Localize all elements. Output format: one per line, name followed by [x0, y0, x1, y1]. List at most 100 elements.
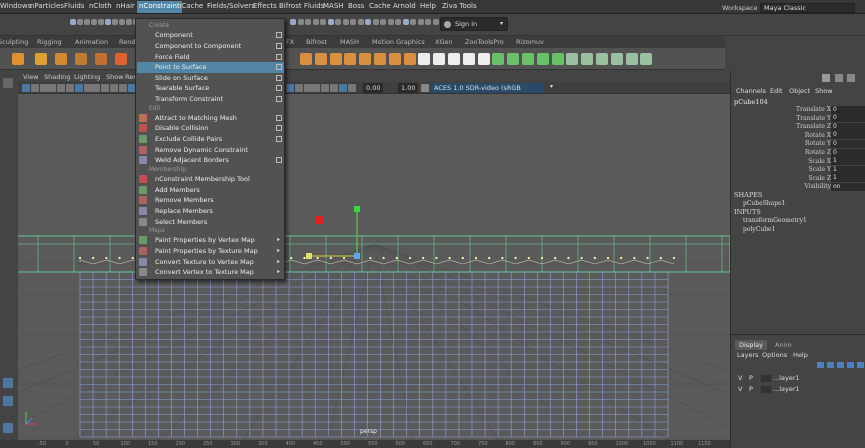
channel-menu-object[interactable]: Object [789, 87, 810, 95]
shelf-tab-rend[interactable]: Rend [119, 38, 135, 46]
shape-name[interactable]: pCubeShape1 [743, 200, 785, 207]
menu-item-point-to-surface[interactable]: Point to Surface [137, 62, 284, 73]
menu-item-slide-on-surface[interactable]: Slide on Surface [137, 73, 284, 84]
menu-ziva-tools[interactable]: Ziva Tools [442, 2, 477, 10]
channel-name[interactable]: Rotate Z [731, 149, 831, 156]
channel-menu-channels[interactable]: Channels [736, 87, 766, 95]
menu-item-weld-adjacent-borders[interactable]: Weld Adjacent Borders [137, 155, 284, 166]
shelf-tool-icon[interactable] [610, 53, 623, 65]
layer-name[interactable]: ...layer1 [773, 374, 800, 382]
menu-mash[interactable]: MASH [323, 2, 344, 10]
shelf-tab-fx[interactable]: FX [286, 38, 294, 46]
shelf-tool-icon[interactable] [374, 53, 386, 65]
menu-cache[interactable]: Cache [369, 2, 391, 10]
viewport-tool-icon[interactable] [57, 84, 66, 92]
shelf-tool-icon[interactable] [640, 53, 653, 65]
time-slider[interactable]: -50 0 50 100 150 200 250 300 350 400 450 500 550 600 6… [0, 440, 730, 448]
status-tool-icon[interactable] [91, 19, 97, 25]
shelf-tool-icon[interactable] [329, 53, 342, 65]
viewport-tool-icon[interactable] [330, 84, 338, 92]
tab-anim[interactable]: Anim [771, 340, 796, 350]
move-icon[interactable] [822, 74, 830, 82]
option-box-icon[interactable] [276, 53, 282, 60]
status-tool-icon[interactable] [425, 19, 431, 25]
shelf-tool-icon[interactable] [596, 53, 608, 65]
channel-menu-show[interactable]: Show [815, 87, 833, 95]
menu-item-convert-vertex-to-texture-map[interactable]: Convert Vertex to Texture Map ▸ [137, 267, 284, 278]
channel-value-field[interactable]: 0 [831, 131, 865, 140]
menu-item-paint-properties-by-vertex-map[interactable]: Paint Properties by Vertex Map ▸ [137, 235, 284, 246]
shelf-tab-rizomuv[interactable]: Rizomuv [516, 38, 544, 46]
channel-value-field[interactable]: 1 [831, 174, 865, 183]
channel-value-field[interactable]: 0 [831, 122, 865, 131]
channel-name[interactable]: Scale Y [731, 166, 831, 173]
status-tool-icon[interactable] [402, 19, 409, 25]
tool-button[interactable] [3, 378, 13, 388]
tool-button[interactable] [3, 423, 13, 433]
menu-windows[interactable]: Windows [0, 2, 31, 10]
shelf-tool-icon[interactable] [418, 53, 431, 65]
shelf-tool-icon[interactable] [433, 53, 446, 65]
chevron-down-icon[interactable]: ▾ [550, 83, 553, 90]
viewport-tool-icon[interactable] [303, 84, 312, 92]
camera-icon[interactable] [421, 84, 429, 92]
status-tool-icon[interactable] [350, 19, 356, 25]
status-tool-icon[interactable] [297, 19, 304, 25]
channel-name[interactable]: Translate Z [731, 123, 831, 130]
menu-nparticles[interactable]: nParticles [30, 2, 64, 10]
tool-button[interactable] [3, 78, 13, 88]
shelf-tool-icon[interactable] [300, 53, 312, 65]
viewport-tool-icon[interactable] [321, 84, 330, 92]
shelf-tab-zootoolspro[interactable]: ZooToolsPro [465, 38, 504, 46]
viewport-tool-icon[interactable] [294, 84, 303, 92]
menu-item-nconstraint-membership-tool[interactable]: nConstraint Membership Tool [137, 174, 284, 185]
menu-effects[interactable]: Effects [253, 2, 277, 10]
viewport-tool-icon[interactable] [347, 84, 356, 92]
status-tool-icon[interactable] [320, 19, 326, 25]
scene-canvas[interactable] [18, 94, 730, 440]
workspace-select[interactable]: Maya Classic [760, 3, 855, 13]
shelf-tool-icon[interactable] [115, 53, 127, 65]
channel-menu-edit[interactable]: Edit [770, 87, 783, 95]
status-tool-icon[interactable] [380, 19, 386, 25]
panel-icon[interactable] [847, 74, 855, 82]
viewport-tool-icon[interactable] [83, 84, 92, 92]
status-tool-icon[interactable] [105, 19, 111, 25]
viewport-tool-icon[interactable] [338, 84, 347, 92]
status-tool-icon[interactable] [410, 19, 416, 25]
layers-menu[interactable]: Layers [737, 351, 759, 359]
viewport-menu-show[interactable]: Show [106, 73, 124, 81]
shelf-tool-icon[interactable] [522, 53, 534, 65]
status-tool-icon[interactable] [327, 19, 334, 25]
channel-value-field[interactable]: 0 [831, 114, 865, 123]
viewport-tool-icon[interactable] [39, 84, 48, 92]
menu-help[interactable]: Help [420, 2, 436, 10]
status-tool-icon[interactable] [417, 19, 424, 25]
menu-nconstraint[interactable]: nConstraint [137, 1, 182, 13]
colorspace-select[interactable]: ACES 1.0 SDR-video (sRGB [430, 83, 544, 93]
status-tool-icon[interactable] [387, 19, 394, 25]
viewport-tool-icon[interactable] [118, 84, 127, 92]
viewport-tool-icon[interactable] [30, 84, 39, 92]
shelf-tool-icon[interactable] [551, 53, 564, 65]
layer-visibility-toggle[interactable]: V [738, 374, 742, 382]
channel-value-field[interactable]: 0 [831, 148, 865, 157]
menu-fluids[interactable]: Fluids [64, 2, 84, 10]
menu-item-tearable-surface[interactable]: Tearable Surface [137, 83, 284, 94]
menu-item-add-members[interactable]: Add Members [137, 185, 284, 196]
gamma-field[interactable]: 1.00 [398, 83, 419, 93]
channel-name[interactable]: Rotate X [731, 132, 831, 139]
viewport-tool-icon[interactable] [22, 84, 30, 92]
channel-name[interactable]: Scale X [731, 158, 831, 165]
shelf-tool-icon[interactable] [388, 53, 401, 65]
shelf-tool-icon[interactable] [581, 53, 594, 65]
option-box-icon[interactable] [276, 114, 282, 121]
status-tool-icon[interactable] [119, 19, 125, 25]
tool-button[interactable] [3, 396, 13, 406]
channel-name[interactable]: Translate Y [731, 115, 831, 122]
viewport-tool-icon[interactable] [312, 84, 321, 92]
sign-in-button[interactable]: Sign in ▾ [440, 17, 508, 31]
menu-item-attract-to-matching-mesh[interactable]: Attract to Matching Mesh [137, 113, 284, 124]
shelf-tab-rigging[interactable]: Rigging [37, 38, 62, 46]
layer-tool-icon[interactable] [837, 362, 844, 368]
